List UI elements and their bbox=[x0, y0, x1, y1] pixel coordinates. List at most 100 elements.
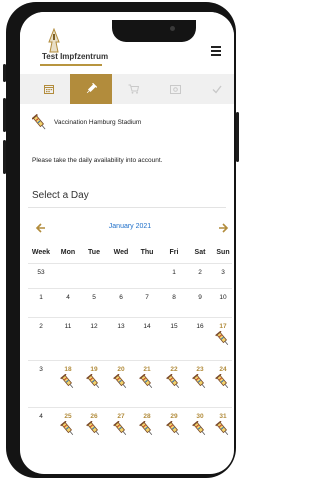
app-logo-icon bbox=[48, 28, 60, 53]
day-number: 12 bbox=[90, 323, 98, 330]
weekday-header: Sun bbox=[216, 249, 230, 256]
vaccination-site: Vaccination Hamburg Stadium bbox=[32, 114, 222, 134]
syringe-icon bbox=[86, 420, 102, 437]
week-number-label: 1 bbox=[39, 294, 43, 301]
calendar-header-row: Week Mon Tue Wed Thu Fri Sat Sun bbox=[28, 245, 232, 263]
calendar-day-available[interactable]: 24 bbox=[210, 361, 234, 390]
syringe-icon bbox=[86, 373, 102, 390]
calendar-day-available[interactable]: 22 bbox=[161, 361, 187, 390]
day-number: 27 bbox=[117, 413, 125, 420]
week-number-label: 53 bbox=[37, 269, 45, 276]
syringe-icon bbox=[215, 420, 231, 437]
arrow-right-icon[interactable] bbox=[218, 222, 230, 234]
app-title[interactable]: Test Impfzentrum bbox=[42, 52, 108, 61]
calendar-day bbox=[134, 264, 160, 269]
calendar-day-available[interactable]: 25 bbox=[55, 408, 81, 437]
day-number: 17 bbox=[219, 323, 227, 330]
calendar-day bbox=[108, 264, 134, 269]
syringe-icon bbox=[215, 373, 231, 390]
calendar-day[interactable]: 3 bbox=[210, 264, 234, 276]
week-number: 53 bbox=[28, 264, 54, 276]
day-number: 18 bbox=[64, 366, 72, 373]
calendar-day-available[interactable]: 17 bbox=[210, 318, 234, 347]
calendar-day[interactable]: 7 bbox=[134, 289, 160, 301]
week-number-label: 2 bbox=[39, 323, 43, 330]
day-number: 22 bbox=[170, 366, 178, 373]
syringe-icon bbox=[113, 373, 129, 390]
syringe-icon bbox=[113, 420, 129, 437]
calendar-day-available[interactable]: 19 bbox=[81, 361, 107, 390]
syringe-icon bbox=[192, 420, 208, 437]
step-cart[interactable] bbox=[112, 74, 154, 104]
calendar-week-row: 1 4 5 6 7 8 9 10 bbox=[28, 288, 232, 317]
calendar-day-available[interactable]: 27 bbox=[108, 408, 134, 437]
calendar-day-available[interactable]: 18 bbox=[55, 361, 81, 390]
weekday-header: Tue bbox=[88, 249, 100, 256]
day-number: 13 bbox=[117, 323, 125, 330]
day-number: 24 bbox=[219, 366, 227, 373]
weekday-header: Fri bbox=[169, 249, 179, 256]
weekday-header: Mon bbox=[60, 249, 76, 256]
calendar-day[interactable]: 6 bbox=[108, 289, 134, 301]
day-number: 6 bbox=[119, 294, 123, 301]
day-number: 19 bbox=[90, 366, 98, 373]
payment-icon bbox=[169, 84, 181, 94]
menu-icon[interactable] bbox=[211, 46, 221, 56]
calendar-week-row: 4 25 26 27 28 29 30 31 bbox=[28, 407, 232, 450]
calendar-day-available[interactable]: 29 bbox=[161, 408, 187, 437]
phone-notch bbox=[112, 20, 196, 42]
syringe-icon bbox=[32, 114, 46, 130]
calendar-navigation: January 2021 bbox=[28, 222, 232, 236]
syringe-icon bbox=[86, 83, 97, 94]
day-number: 11 bbox=[64, 323, 72, 330]
phone-side-button bbox=[236, 112, 239, 162]
day-number: 4 bbox=[66, 294, 70, 301]
calendar-day[interactable]: 4 bbox=[55, 289, 81, 301]
calendar-icon bbox=[44, 85, 54, 94]
calendar-day[interactable]: 12 bbox=[81, 318, 107, 330]
calendar-day-available[interactable]: 31 bbox=[210, 408, 234, 437]
phone-frame: Test Impfzentrum Vaccination Hamburg Sta… bbox=[3, 2, 239, 478]
step-vaccine[interactable] bbox=[70, 74, 112, 104]
week-number: 4 bbox=[28, 408, 54, 420]
step-date[interactable] bbox=[28, 74, 70, 104]
calendar-day[interactable]: 10 bbox=[210, 289, 234, 301]
weekday-header: Week bbox=[31, 249, 51, 256]
calendar-day bbox=[55, 264, 81, 269]
app-screen: Test Impfzentrum Vaccination Hamburg Sta… bbox=[20, 12, 234, 474]
syringe-icon bbox=[166, 420, 182, 437]
site-name: Vaccination Hamburg Stadium bbox=[54, 119, 142, 126]
calendar-week-row: 53 1 2 3 bbox=[28, 263, 232, 288]
calendar-day[interactable]: 11 bbox=[55, 318, 81, 330]
step-confirm[interactable] bbox=[196, 74, 234, 104]
day-number: 1 bbox=[172, 269, 176, 276]
weekday-header: Thu bbox=[140, 249, 154, 256]
week-number: 2 bbox=[28, 318, 54, 330]
calendar-day[interactable]: 1 bbox=[161, 264, 187, 276]
calendar-day-available[interactable]: 20 bbox=[108, 361, 134, 390]
syringe-icon bbox=[139, 373, 155, 390]
calendar-grid: Week Mon Tue Wed Thu Fri Sat Sun 53 1 2 3 1 4 5 6 7 8 9 10… bbox=[28, 245, 232, 450]
step-payment[interactable] bbox=[154, 74, 196, 104]
calendar-day-available[interactable]: 26 bbox=[81, 408, 107, 437]
checkmark-icon bbox=[212, 85, 222, 94]
calendar-day[interactable]: 15 bbox=[161, 318, 187, 330]
phone-side-button bbox=[3, 140, 6, 174]
calendar-body: 53 1 2 3 1 4 5 6 7 8 9 10 2 11 12 13 14 15 16 17 3 18 19 20 21 22… bbox=[28, 263, 232, 450]
syringe-icon bbox=[60, 373, 76, 390]
day-number: 8 bbox=[172, 294, 176, 301]
availability-notice: Please take the daily availability into … bbox=[32, 157, 163, 164]
day-number: 15 bbox=[170, 323, 178, 330]
week-number-label: 4 bbox=[39, 413, 43, 420]
calendar-day[interactable]: 8 bbox=[161, 289, 187, 301]
syringe-icon bbox=[192, 373, 208, 390]
day-number: 21 bbox=[143, 366, 151, 373]
calendar-day[interactable]: 13 bbox=[108, 318, 134, 330]
calendar-day-available[interactable]: 28 bbox=[134, 408, 160, 437]
calendar-day-available[interactable]: 21 bbox=[134, 361, 160, 390]
phone-side-button bbox=[3, 98, 6, 132]
calendar-day[interactable]: 5 bbox=[81, 289, 107, 301]
calendar-day[interactable]: 14 bbox=[134, 318, 160, 330]
week-number-label: 3 bbox=[39, 366, 43, 373]
day-number: 10 bbox=[219, 294, 227, 301]
